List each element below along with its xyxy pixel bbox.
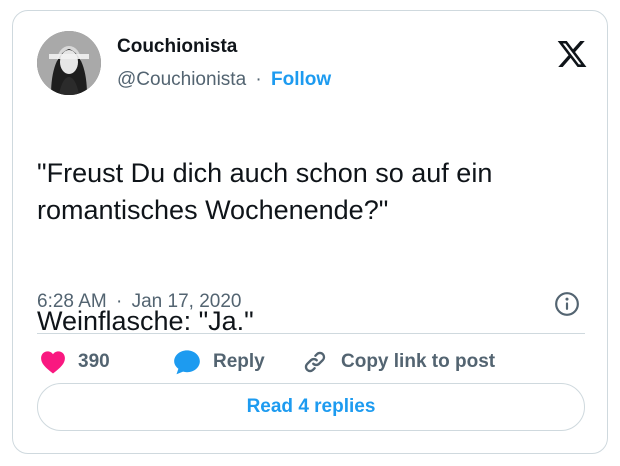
like-count: 390 <box>78 351 110 372</box>
tweet-time: 6:28 AM <box>37 291 107 312</box>
info-icon[interactable] <box>554 291 580 317</box>
author-handle[interactable]: @Couchionista <box>117 69 246 90</box>
avatar[interactable] <box>37 31 101 95</box>
copy-link-button[interactable]: Copy link to post <box>301 345 495 379</box>
author-name[interactable]: Couchionista <box>117 36 237 58</box>
speech-bubble-icon <box>174 350 200 375</box>
heart-icon <box>41 351 65 374</box>
tweet-card: Couchionista @Couchionista · Follow "Fre… <box>12 10 608 454</box>
tweet-text: "Freust Du dich auch schon so auf ein ro… <box>37 118 597 377</box>
reply-label: Reply <box>213 351 265 372</box>
tweet-date: Jan 17, 2020 <box>131 291 242 312</box>
reply-button[interactable]: Reply <box>173 345 265 379</box>
link-icon <box>304 351 326 373</box>
author-handle-row: @Couchionista · Follow <box>117 69 331 91</box>
like-button[interactable]: 390 <box>40 345 110 379</box>
x-logo-icon[interactable] <box>556 38 588 70</box>
divider <box>37 333 585 334</box>
copy-link-label: Copy link to post <box>341 351 496 372</box>
handle-separator: · <box>255 69 262 90</box>
tweet-timestamp[interactable]: 6:28 AM · Jan 17, 2020 <box>37 291 241 313</box>
action-bar: 390 Reply Copy link to post <box>37 345 585 379</box>
follow-button[interactable]: Follow <box>271 69 331 90</box>
profile-photo-avatar-icon <box>37 31 101 95</box>
timestamp-separator: · <box>116 291 123 312</box>
read-replies-label: Read 4 replies <box>246 396 376 417</box>
read-replies-button[interactable]: Read 4 replies <box>37 383 585 431</box>
tweet-text-quote: "Freust Du dich auch schon so auf ein ro… <box>37 158 493 225</box>
